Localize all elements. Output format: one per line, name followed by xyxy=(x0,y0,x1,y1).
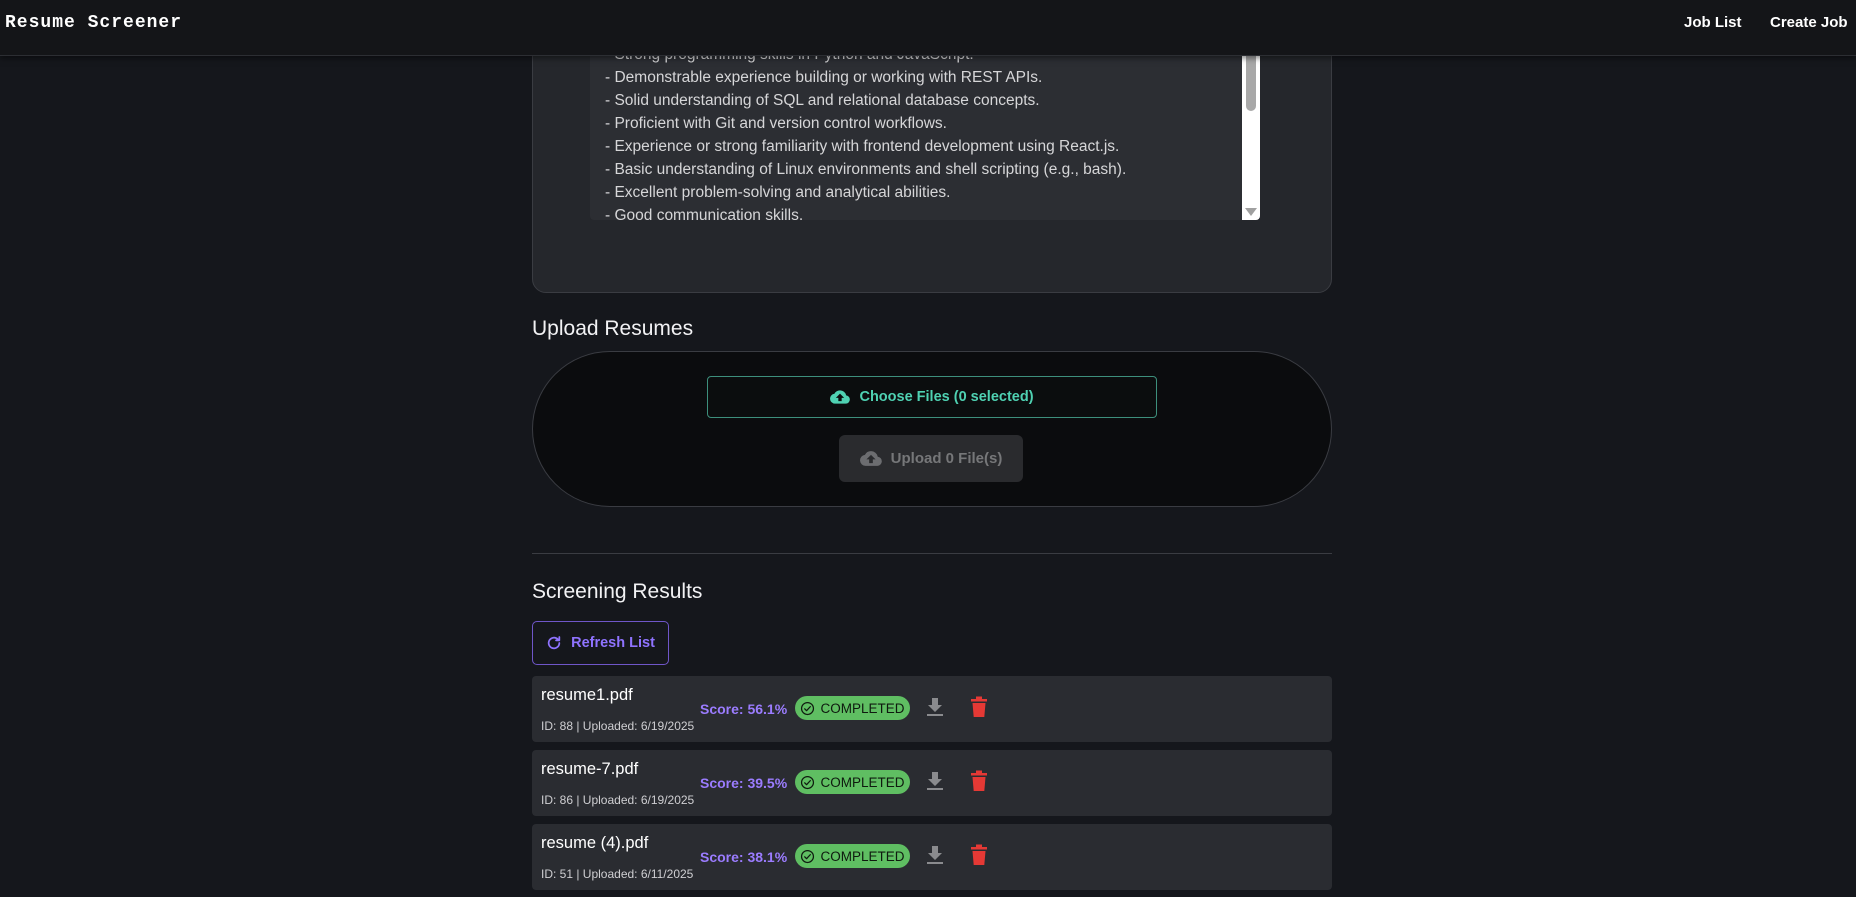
download-icon[interactable] xyxy=(926,845,944,865)
check-circle-icon xyxy=(801,701,815,715)
check-circle-icon xyxy=(801,849,815,863)
resume-meta: ID: 88 | Uploaded: 6/19/2025 xyxy=(541,719,695,733)
download-icon[interactable] xyxy=(926,771,944,791)
description-line: - Experience or strong familiarity with … xyxy=(605,138,1120,155)
status-badge: COMPLETED xyxy=(795,844,910,868)
status-label: COMPLETED xyxy=(820,774,905,790)
description-line: - Basic understanding of Linux environme… xyxy=(605,161,1127,178)
resume-score: Score: 56.1% xyxy=(700,701,788,717)
trash-icon[interactable] xyxy=(971,696,987,718)
cloud-upload-icon xyxy=(830,390,851,404)
status-label: COMPLETED xyxy=(820,848,905,864)
choose-files-label: Choose Files (0 selected) xyxy=(859,389,1034,405)
status-badge: COMPLETED xyxy=(795,696,910,720)
resume-file-name: resume (4).pdf xyxy=(541,834,649,852)
result-row: resume (4).pdf ID: 51 | Uploaded: 6/11/2… xyxy=(532,824,1332,890)
download-icon[interactable] xyxy=(926,697,944,717)
trash-icon[interactable] xyxy=(971,844,987,866)
upload-files-label: Upload 0 File(s) xyxy=(890,450,1003,467)
refresh-icon xyxy=(547,636,561,650)
nav-job-list[interactable]: Job List xyxy=(1684,14,1742,31)
check-circle-icon xyxy=(801,775,815,789)
results-section-title: Screening Results xyxy=(532,580,703,603)
trash-icon[interactable] xyxy=(971,770,987,792)
resume-score: Score: 39.5% xyxy=(700,775,788,791)
job-description-text: - Strong programming skills in Python an… xyxy=(605,43,1126,220)
upload-section-title: Upload Resumes xyxy=(532,317,694,340)
refresh-list-button[interactable]: Refresh List xyxy=(532,621,669,665)
resume-meta: ID: 86 | Uploaded: 6/19/2025 xyxy=(541,793,695,807)
description-line: - Excellent problem-solving and analytic… xyxy=(605,184,951,201)
result-row: resume-7.pdf ID: 86 | Uploaded: 6/19/202… xyxy=(532,750,1332,816)
choose-files-button[interactable]: Choose Files (0 selected) xyxy=(707,376,1157,418)
refresh-list-label: Refresh List xyxy=(571,635,655,651)
upload-panel: Choose Files (0 selected) Upload 0 File(… xyxy=(532,351,1332,507)
result-row: resume1.pdf ID: 88 | Uploaded: 6/19/2025… xyxy=(532,676,1332,742)
nav-create-job[interactable]: Create Job xyxy=(1770,14,1848,31)
section-divider xyxy=(532,553,1332,554)
description-line: - Demonstrable experience building or wo… xyxy=(605,69,1043,86)
top-navbar: Resume Screener Job List Create Job xyxy=(0,0,1856,56)
description-line: - Good communication skills. xyxy=(605,207,804,220)
status-badge: COMPLETED xyxy=(795,770,910,794)
resume-score: Score: 38.1% xyxy=(700,849,788,865)
scroll-down-arrow-icon[interactable] xyxy=(1245,208,1257,216)
resume-meta: ID: 51 | Uploaded: 6/11/2025 xyxy=(541,867,694,881)
app-title: Resume Screener xyxy=(5,13,183,33)
description-line: - Solid understanding of SQL and relatio… xyxy=(605,92,1040,109)
status-label: COMPLETED xyxy=(820,700,905,716)
cloud-upload-icon xyxy=(859,451,882,466)
description-line: - Proficient with Git and version contro… xyxy=(605,115,947,132)
resume-file-name: resume-7.pdf xyxy=(541,760,639,778)
resume-file-name: resume1.pdf xyxy=(541,686,633,704)
upload-files-button[interactable]: Upload 0 File(s) xyxy=(839,435,1023,482)
